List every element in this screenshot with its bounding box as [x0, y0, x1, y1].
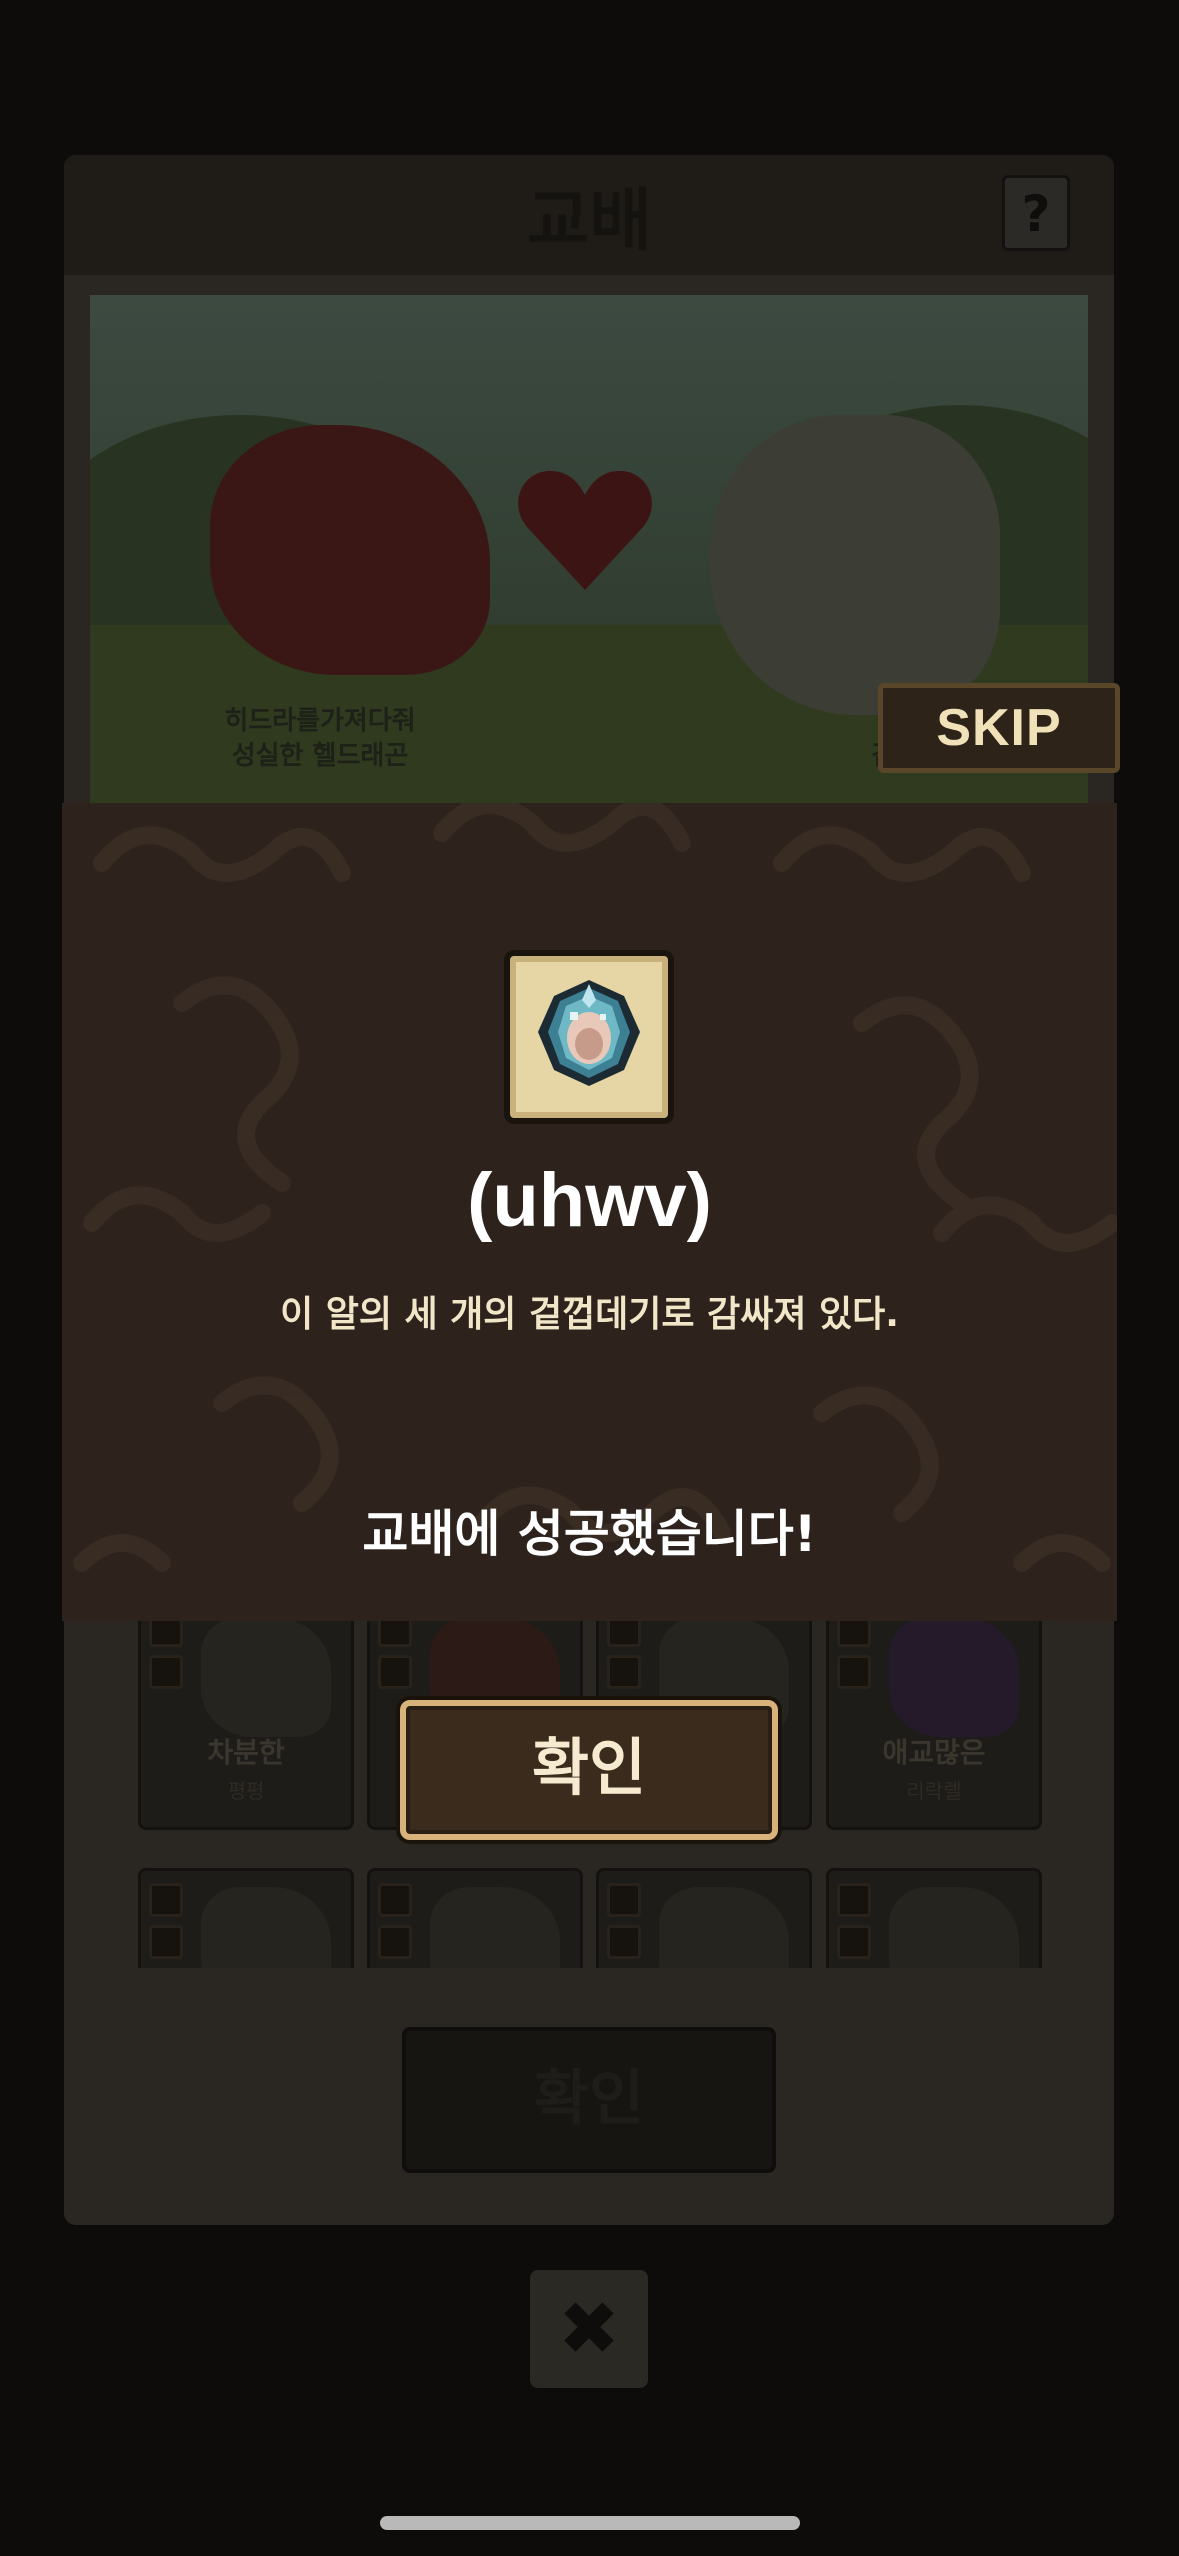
element-icon — [607, 1655, 641, 1689]
item-name: (uhwv) — [467, 1158, 712, 1243]
monster-species: 평평 — [227, 1779, 265, 1803]
monster-sprite — [430, 1887, 560, 1968]
skip-button[interactable]: SKIP — [878, 683, 1120, 773]
element-icon — [149, 1925, 183, 1959]
heart-icon — [518, 470, 652, 590]
monster-card[interactable]: 차분한 평평 — [138, 1618, 354, 1830]
gender-icon — [607, 1883, 641, 1917]
element-icon — [837, 1655, 871, 1689]
element-icon — [378, 1925, 412, 1959]
gender-icon — [378, 1883, 412, 1917]
help-button[interactable]: ? — [1002, 175, 1070, 251]
left-parent-name: 성실한 헬드래곤 — [231, 741, 409, 771]
gender-icon — [149, 1618, 183, 1647]
monster-name: 차분한 — [207, 1736, 285, 1769]
item-description: 이 알의 세 개의 겉껍데기로 감싸져 있다. — [280, 1294, 899, 1335]
monster-sprite — [889, 1618, 1019, 1737]
monster-card[interactable]: 애교많은 리락렐 — [826, 1618, 1042, 1830]
home-indicator[interactable] — [380, 2516, 800, 2530]
monster-name: 애교많은 — [882, 1736, 986, 1769]
gender-icon — [837, 1618, 871, 1647]
success-message: 교배에 성공했습니다! — [362, 1505, 817, 1563]
confirm-button[interactable]: 확인 — [400, 1700, 778, 1840]
monster-card[interactable] — [826, 1868, 1042, 1968]
gender-icon — [837, 1883, 871, 1917]
white-creature-sprite — [710, 415, 1000, 715]
monster-sprite — [889, 1887, 1019, 1968]
monster-card[interactable] — [367, 1868, 583, 1968]
gender-icon — [607, 1618, 641, 1647]
item-card — [504, 950, 674, 1124]
close-icon[interactable]: ✖ — [530, 2270, 648, 2388]
monster-card[interactable] — [596, 1868, 812, 1968]
left-parent-title: 히드라를가져다줘 — [224, 706, 416, 736]
gender-icon — [378, 1618, 412, 1647]
monster-species: 리락렐 — [906, 1779, 962, 1803]
monster-sprite — [201, 1887, 331, 1968]
gender-icon — [149, 1883, 183, 1917]
element-icon — [378, 1655, 412, 1689]
monster-sprite — [659, 1887, 789, 1968]
element-icon — [837, 1925, 871, 1959]
element-icon — [607, 1925, 641, 1959]
background-confirm-button: 확인 — [402, 2027, 776, 2173]
egg-icon — [538, 980, 640, 1086]
monster-sprite — [201, 1618, 331, 1737]
monster-card[interactable] — [138, 1868, 354, 1968]
element-icon — [149, 1655, 183, 1689]
